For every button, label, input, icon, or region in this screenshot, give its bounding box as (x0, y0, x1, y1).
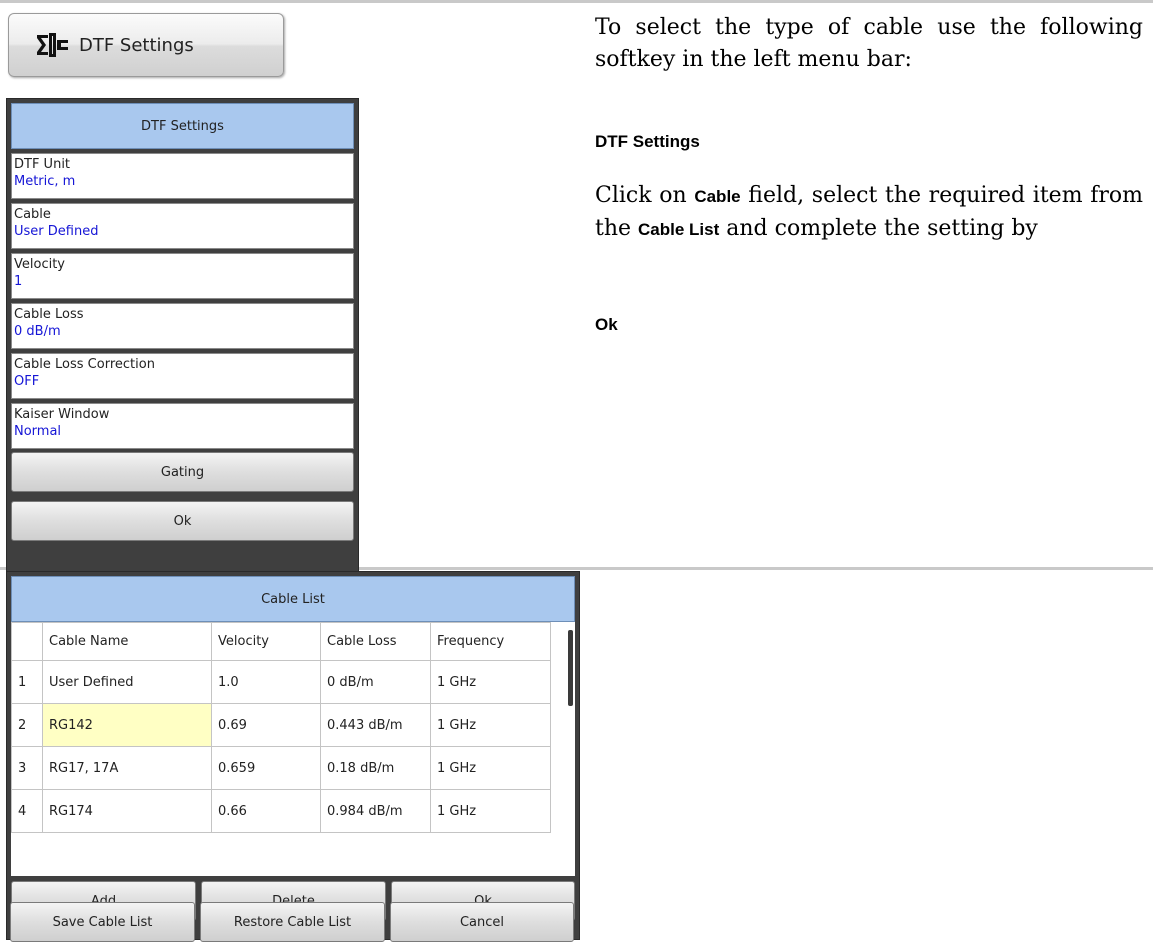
field-value: 1 (14, 274, 23, 289)
gating-button[interactable]: Gating (11, 452, 354, 492)
ok-button[interactable]: Ok (11, 501, 354, 541)
table-row[interactable]: 3 RG17, 17A 0.659 0.18 dB/m 1 GHz (11, 746, 551, 790)
cell-velocity[interactable]: 0.69 (211, 703, 321, 747)
field-label: Cable Loss (14, 307, 84, 322)
dtf-settings-softkey[interactable]: DTF Settings (8, 13, 284, 77)
field-value: OFF (14, 374, 40, 389)
cell-cable-loss[interactable]: 0.984 dB/m (320, 789, 431, 833)
field-value: Metric, m (14, 174, 76, 189)
cable-list-dialog: Cable List Cable Name Velocity Cable Los… (6, 571, 580, 940)
cell-cable-loss[interactable]: 0.443 dB/m (320, 703, 431, 747)
cell-cable-name-selected[interactable]: RG142 (42, 703, 212, 747)
velocity-field[interactable]: Velocity 1 (11, 253, 354, 299)
field-label: DTF Unit (14, 157, 71, 172)
softkey-label: DTF Settings (79, 34, 194, 56)
field-value: User Defined (14, 224, 99, 239)
kaiser-window-field[interactable]: Kaiser Window Normal (11, 403, 354, 449)
restore-cable-list-button[interactable]: Restore Cable List (200, 902, 385, 942)
table-row[interactable]: 1 User Defined 1.0 0 dB/m 1 GHz (11, 660, 551, 704)
row-index: 4 (11, 789, 43, 833)
field-label: Kaiser Window (14, 407, 110, 422)
cell-frequency[interactable]: 1 GHz (430, 703, 551, 747)
menu-title: DTF Settings (11, 103, 354, 149)
save-cable-list-button[interactable]: Save Cable List (10, 902, 195, 942)
cell-frequency[interactable]: 1 GHz (430, 789, 551, 833)
cable-table: Cable Name Velocity Cable Loss Frequency… (11, 622, 551, 833)
cell-cable-name[interactable]: RG174 (42, 789, 212, 833)
field-label: Cable (14, 207, 51, 222)
cable-table-area: Cable Name Velocity Cable Loss Frequency… (11, 622, 575, 876)
row-index: 3 (11, 746, 43, 790)
column-header-index (11, 622, 43, 661)
scrollbar-thumb[interactable] (568, 630, 573, 706)
cell-cable-loss[interactable]: 0 dB/m (320, 660, 431, 704)
row-index: 2 (11, 703, 43, 747)
text-segment: and complete the setting by (719, 216, 1038, 241)
field-label: Velocity (14, 257, 65, 272)
cell-frequency[interactable]: 1 GHz (430, 660, 551, 704)
dtf-settings-menu: DTF Settings DTF Unit Metric, m Cable Us… (6, 98, 359, 572)
cell-cable-name[interactable]: User Defined (42, 660, 212, 704)
cable-loss-field[interactable]: Cable Loss 0 dB/m (11, 303, 354, 349)
cell-frequency[interactable]: 1 GHz (430, 746, 551, 790)
table-scrollbar[interactable] (566, 626, 575, 876)
table-row[interactable]: 4 RG174 0.66 0.984 dB/m 1 GHz (11, 789, 551, 833)
table-header-row: Cable Name Velocity Cable Loss Frequency (11, 622, 551, 661)
instruction-key-dtf-settings: DTF Settings (595, 132, 700, 151)
dtf-icon (35, 30, 69, 60)
instruction-key-ok: Ok (595, 315, 618, 334)
field-value: Normal (14, 424, 62, 439)
instruction-paragraph-1: To select the type of cable use the foll… (595, 15, 1143, 72)
row-index: 1 (11, 660, 43, 704)
column-header-velocity: Velocity (211, 622, 321, 661)
dtf-unit-field[interactable]: DTF Unit Metric, m (11, 153, 354, 199)
instruction-paragraph-2: Click on Cable field, select the require… (595, 180, 1143, 246)
cell-velocity[interactable]: 1.0 (211, 660, 321, 704)
text-segment: Click on (595, 183, 695, 208)
column-header-frequency: Frequency (430, 622, 551, 661)
cancel-button[interactable]: Cancel (390, 902, 574, 942)
cell-velocity[interactable]: 0.659 (211, 746, 321, 790)
cell-cable-name[interactable]: RG17, 17A (42, 746, 212, 790)
column-header-cable-name: Cable Name (42, 622, 212, 661)
cell-cable-loss[interactable]: 0.18 dB/m (320, 746, 431, 790)
top-divider (0, 0, 1153, 3)
text-keyword-cable: Cable (694, 187, 741, 206)
dialog-title: Cable List (11, 576, 575, 622)
field-value: 0 dB/m (14, 324, 61, 339)
table-row[interactable]: 2 RG142 0.69 0.443 dB/m 1 GHz (11, 703, 551, 747)
cell-velocity[interactable]: 0.66 (211, 789, 321, 833)
field-label: Cable Loss Correction (14, 357, 155, 372)
text-keyword-cable-list: Cable List (638, 220, 720, 239)
cable-field[interactable]: Cable User Defined (11, 203, 354, 249)
cable-loss-correction-field[interactable]: Cable Loss Correction OFF (11, 353, 354, 399)
column-header-cable-loss: Cable Loss (320, 622, 431, 661)
